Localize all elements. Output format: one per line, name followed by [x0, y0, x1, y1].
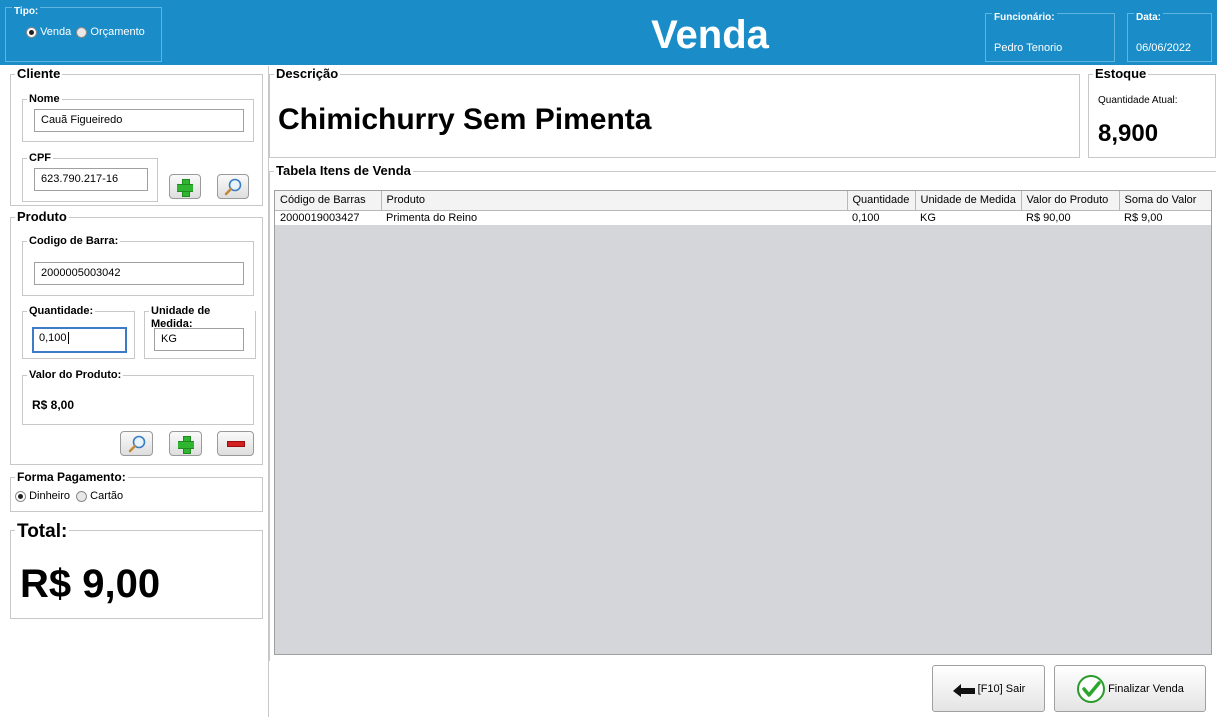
nome-legend: Nome	[27, 93, 62, 106]
itens-table: Código de Barras Produto Quantidade Unid…	[275, 191, 1211, 225]
descricao-group: Descrição Chimichurry Sem Pimenta	[269, 67, 1080, 158]
column-header[interactable]: Valor do Produto	[1021, 191, 1120, 211]
data-value: 06/06/2022	[1136, 42, 1192, 54]
radio-unchecked-icon	[76, 490, 88, 502]
itens-table-area[interactable]: Código de Barras Produto Quantidade Unid…	[274, 190, 1212, 655]
search-produto-button[interactable]	[120, 431, 153, 456]
nome-field[interactable]: Cauã Figueiredo	[34, 109, 244, 132]
search-icon	[128, 435, 145, 452]
table-row[interactable]: 2000019003427 Primenta do Reino 0,100 KG…	[275, 210, 1211, 225]
total-legend: Total:	[15, 521, 70, 542]
valor-produto-legend: Valor do Produto:	[27, 369, 124, 382]
funcionario-value: Pedro Tenorio	[994, 42, 1063, 54]
codigo-group: Codigo de Barra: 2000005003042	[22, 235, 254, 296]
valor-produto-value: R$ 8,00	[32, 398, 75, 412]
plus-icon	[177, 178, 193, 197]
total-group: Total: R$ 9,00	[10, 522, 263, 619]
cartao-radio[interactable]: Cartão	[76, 490, 123, 502]
table-cell: 2000019003427	[275, 210, 381, 225]
descricao-legend: Descrição	[274, 66, 341, 81]
nome-group: Nome Cauã Figueiredo	[22, 93, 254, 142]
total-value: R$ 9,00	[20, 562, 161, 606]
estoque-value: 8,900	[1098, 120, 1159, 147]
estoque-group: Estoque Quantidade Atual: 8,900	[1088, 67, 1216, 158]
column-header[interactable]: Soma do Valor	[1119, 191, 1211, 211]
radio-checked-icon	[26, 26, 37, 38]
remove-produto-button[interactable]	[217, 431, 254, 456]
descricao-value: Chimichurry Sem Pimenta	[278, 103, 652, 136]
quantidade-field[interactable]: 0,100	[32, 327, 127, 353]
codigo-legend: Codigo de Barra:	[27, 235, 121, 248]
cpf-group: CPF 623.790.217-16	[22, 152, 158, 202]
cpf-field[interactable]: 623.790.217-16	[34, 168, 148, 191]
column-header[interactable]: Produto	[381, 191, 848, 211]
column-header[interactable]: Quantidade	[847, 191, 916, 211]
table-cell: 0,100	[847, 210, 915, 225]
produto-legend: Produto	[15, 209, 69, 224]
search-cliente-button[interactable]	[217, 174, 249, 199]
cliente-legend: Cliente	[15, 66, 63, 81]
table-header-row: Código de Barras Produto Quantidade Unid…	[275, 191, 1211, 211]
check-circle-icon	[1077, 674, 1106, 703]
data-group: Data: 06/06/2022	[1127, 12, 1212, 62]
valor-produto-group: Valor do Produto: R$ 8,00	[22, 369, 254, 425]
estoque-legend: Estoque	[1093, 66, 1149, 81]
back-arrow-icon	[952, 683, 975, 697]
header-bar: Tipo: Venda Orçamento Venda Funcionário:…	[0, 0, 1217, 65]
pagamento-group: Forma Pagamento: Dinheiro Cartão	[10, 470, 263, 512]
tipo-legend: Tipo:	[12, 6, 41, 18]
plus-icon	[177, 435, 194, 454]
search-icon	[224, 178, 242, 195]
radio-unchecked-icon	[76, 26, 88, 38]
table-cell: KG	[915, 210, 1021, 225]
cpf-legend: CPF	[27, 152, 53, 165]
tabela-legend: Tabela Itens de Venda	[274, 163, 413, 178]
page-title: Venda	[651, 13, 769, 57]
estoque-label: Quantidade Atual:	[1098, 95, 1178, 106]
column-header[interactable]: Código de Barras	[275, 191, 382, 211]
funcionario-group: Funcionário: Pedro Tenorio	[985, 12, 1115, 62]
sair-button[interactable]: [F10] Sair	[932, 665, 1045, 712]
minus-icon	[226, 440, 245, 447]
produto-group: Produto Codigo de Barra: 2000005003042 Q…	[10, 210, 263, 465]
quantidade-legend: Quantidade:	[27, 305, 96, 318]
cliente-group: Cliente Nome Cauã Figueiredo CPF 623.790…	[10, 67, 263, 206]
data-legend: Data:	[1134, 12, 1164, 24]
pagamento-legend: Forma Pagamento:	[15, 470, 128, 484]
tipo-options: Venda Orçamento	[26, 26, 145, 38]
unidade-field[interactable]: KG	[154, 328, 244, 351]
tipo-orcamento-radio[interactable]: Orçamento	[76, 26, 145, 38]
tipo-venda-radio[interactable]: Venda	[26, 26, 71, 38]
funcionario-legend: Funcionário:	[992, 12, 1057, 24]
add-cliente-button[interactable]	[169, 174, 201, 199]
unidade-group: Unidade de Medida: KG	[144, 305, 256, 359]
quantidade-group: Quantidade: 0,100	[22, 305, 135, 359]
text-caret	[67, 332, 69, 345]
dinheiro-radio[interactable]: Dinheiro	[15, 490, 70, 502]
codigo-barra-field[interactable]: 2000005003042	[34, 262, 244, 285]
table-cell: R$ 90,00	[1021, 210, 1119, 225]
table-cell: Primenta do Reino	[381, 210, 847, 225]
tipo-group: Tipo: Venda Orçamento	[5, 6, 162, 62]
finalizar-venda-button[interactable]: Finalizar Venda	[1054, 665, 1206, 712]
radio-checked-icon	[15, 490, 26, 502]
add-produto-button[interactable]	[169, 431, 202, 456]
table-cell: R$ 9,00	[1119, 210, 1211, 225]
pagamento-options: Dinheiro Cartão	[15, 490, 123, 502]
column-header[interactable]: Unidade de Medida	[915, 191, 1022, 211]
